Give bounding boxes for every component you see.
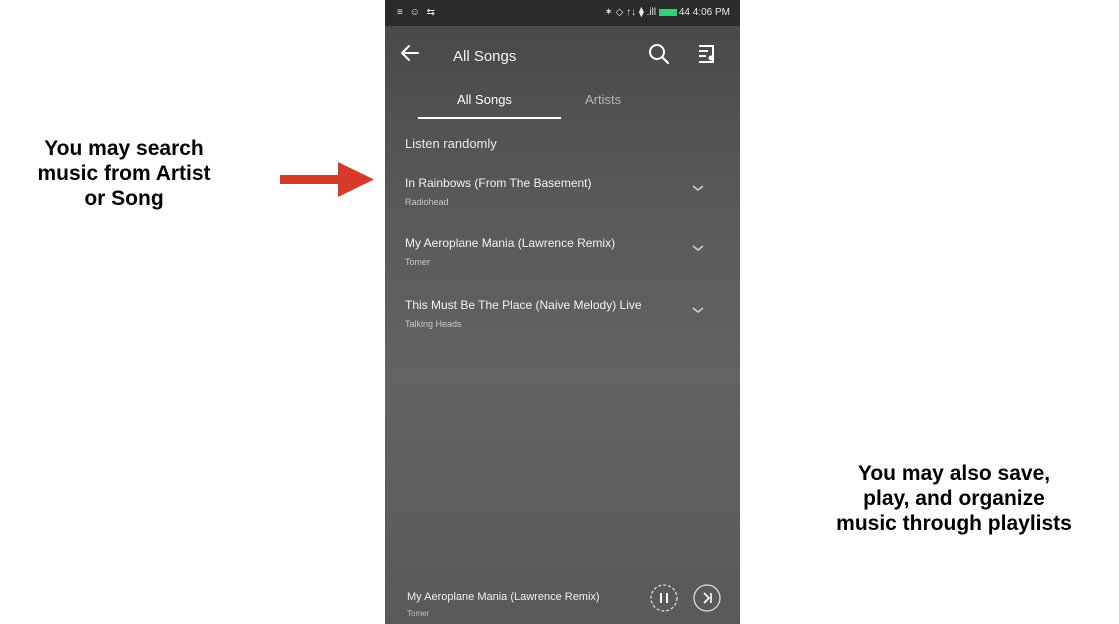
mini-player[interactable]: My Aeroplane Mania (Lawrence Remix) Tome…: [385, 570, 740, 624]
status-notification-icons: ≡ ☺ ⇆: [397, 7, 437, 18]
tab-bar: All Songs Artists: [385, 88, 740, 120]
song-title: In Rainbows (From The Basement): [405, 176, 592, 190]
chevron-down-icon[interactable]: [691, 304, 705, 316]
listen-randomly-button[interactable]: Listen randomly: [405, 136, 497, 151]
song-artist: Talking Heads: [405, 319, 462, 329]
annotation-line: play, and organize: [863, 487, 1045, 510]
annotation-line: music from Artist: [37, 162, 211, 185]
chevron-down-icon[interactable]: [691, 182, 705, 194]
next-icon[interactable]: [692, 583, 722, 613]
search-icon[interactable]: [647, 42, 671, 66]
annotation-line: or Song: [84, 187, 164, 210]
song-artist: Tomer: [405, 257, 431, 267]
annotation-line: You may also save,: [857, 462, 1051, 485]
back-arrow-icon[interactable]: [399, 42, 421, 64]
song-title: This Must Be The Place (Naive Melody) Li…: [405, 298, 642, 312]
pause-icon[interactable]: [649, 583, 679, 613]
page-title: All Songs: [453, 48, 517, 65]
now-playing-title: My Aeroplane Mania (Lawrence Remix): [407, 591, 600, 603]
now-playing-artist: Tomer: [407, 609, 430, 618]
battery-icon: [658, 8, 677, 16]
chevron-down-icon[interactable]: [691, 242, 705, 254]
tab-artists[interactable]: Artists: [585, 92, 621, 107]
annotation-playlists: You may also save, play, and organize mu…: [808, 461, 1100, 536]
song-artist: Radiohead: [405, 197, 449, 207]
annotation-line: You may search: [44, 137, 204, 160]
song-item[interactable]: In Rainbows (From The Basement) Radiohea…: [385, 176, 740, 228]
annotation-search: You may search music from Artist or Song: [8, 136, 240, 211]
status-right-group: ✶ ◇ ↑↓ ⧫ .ill 44 4:06 PM: [604, 7, 730, 18]
phone-screen: ≡ ☺ ⇆ ✶ ◇ ↑↓ ⧫ .ill 44 4:06 PM All Songs…: [385, 0, 740, 624]
tab-all-songs[interactable]: All Songs: [457, 92, 512, 107]
song-item[interactable]: This Must Be The Place (Naive Melody) Li…: [385, 298, 740, 350]
status-time: 44 4:06 PM: [678, 7, 730, 18]
status-bar: ≡ ☺ ⇆ ✶ ◇ ↑↓ ⧫ .ill 44 4:06 PM: [385, 0, 740, 26]
red-arrow-icon: [280, 162, 374, 197]
status-signal-icons: ✶ ◇ ↑↓ ⧫ .ill: [604, 7, 657, 18]
song-item[interactable]: My Aeroplane Mania (Lawrence Remix) Tome…: [385, 236, 740, 288]
playlist-icon[interactable]: [695, 42, 719, 66]
app-bar: All Songs: [385, 26, 740, 88]
annotation-line: music through playlists: [836, 512, 1072, 535]
song-title: My Aeroplane Mania (Lawrence Remix): [405, 236, 616, 250]
tab-indicator: [418, 117, 561, 119]
